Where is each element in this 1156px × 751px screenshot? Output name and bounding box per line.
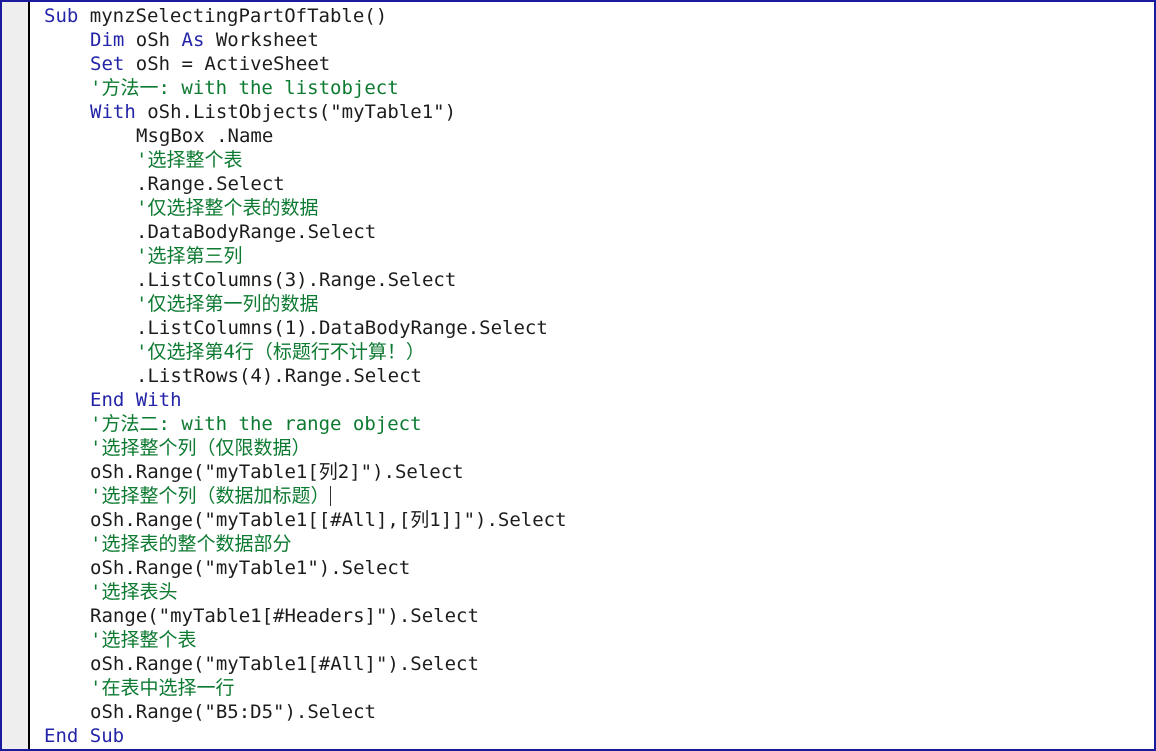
code-token-comment: '选择整个列（仅限数据）	[90, 437, 311, 459]
code-token-plain: oSh = ActiveSheet	[124, 53, 331, 75]
code-line[interactable]: '选择表的整个数据部分	[32, 532, 1154, 556]
code-token-keyword: As	[181, 29, 205, 51]
code-line[interactable]: oSh.Range("myTable1[[#All],[列1]]").Selec…	[32, 508, 1154, 532]
code-token-comment: '方法一: with the listobject	[90, 77, 399, 99]
text-cursor-caret	[330, 486, 332, 506]
code-line[interactable]: oSh.Range("myTable1[列2]").Select	[32, 460, 1154, 484]
code-line[interactable]: '方法一: with the listobject	[32, 76, 1154, 100]
code-line[interactable]: '选择整个列（数据加标题）	[32, 484, 1154, 508]
code-token-keyword: Set	[90, 53, 125, 75]
code-line[interactable]: '仅选择第一列的数据	[32, 292, 1154, 316]
code-line[interactable]: Dim oSh As Worksheet	[32, 28, 1154, 52]
code-token-plain: oSh	[124, 29, 182, 51]
code-token-plain: MsgBox .Name	[136, 125, 274, 147]
editor-margin-gutter[interactable]	[2, 2, 30, 749]
code-line[interactable]: oSh.Range("myTable1").Select	[32, 556, 1154, 580]
code-line[interactable]: Set oSh = ActiveSheet	[32, 52, 1154, 76]
code-token-keyword: With	[90, 101, 136, 123]
code-token-comment: '选择表头	[90, 581, 178, 603]
code-token-plain: .DataBodyRange.Select	[136, 221, 377, 243]
code-token-plain: oSh.Range("myTable1[#All]").Select	[90, 653, 479, 675]
code-line[interactable]: '方法二: with the range object	[32, 412, 1154, 436]
code-line[interactable]: '选择第三列	[32, 244, 1154, 268]
code-line[interactable]: Sub mynzSelectingPartOfTable()	[32, 4, 1154, 28]
code-token-plain: oSh.Range("myTable1").Select	[90, 557, 411, 579]
code-token-comment: '选择表的整个数据部分	[90, 533, 292, 555]
code-token-comment: '在表中选择一行	[90, 677, 235, 699]
code-token-comment: '仅选择整个表的数据	[136, 197, 319, 219]
code-token-comment: '方法二: with the range object	[90, 413, 422, 435]
code-line[interactable]: End Sub	[32, 724, 1154, 748]
code-token-plain: .Range.Select	[136, 173, 285, 195]
code-line[interactable]: '选择表头	[32, 580, 1154, 604]
code-token-comment: '仅选择第一列的数据	[136, 293, 319, 315]
code-line[interactable]: .ListColumns(1).DataBodyRange.Select	[32, 316, 1154, 340]
code-token-plain: Range("myTable1[#Headers]").Select	[90, 605, 479, 627]
code-token-plain: .ListColumns(1).DataBodyRange.Select	[136, 317, 548, 339]
code-line[interactable]: .Range.Select	[32, 172, 1154, 196]
code-line[interactable]: End With	[32, 388, 1154, 412]
code-token-plain: .ListColumns(3).Range.Select	[136, 269, 457, 291]
code-line[interactable]: With oSh.ListObjects("myTable1")	[32, 100, 1154, 124]
code-token-plain: .ListRows(4).Range.Select	[136, 365, 422, 387]
code-line[interactable]: .DataBodyRange.Select	[32, 220, 1154, 244]
code-line[interactable]: '选择整个列（仅限数据）	[32, 436, 1154, 460]
code-token-plain: mynzSelectingPartOfTable()	[78, 5, 388, 27]
code-line[interactable]: oSh.Range("B5:D5").Select	[32, 700, 1154, 724]
code-token-comment: '选择整个列（数据加标题）	[90, 485, 330, 507]
code-line[interactable]: '在表中选择一行	[32, 676, 1154, 700]
code-text-area[interactable]: Sub mynzSelectingPartOfTable() Dim oSh As…	[32, 2, 1154, 749]
code-editor-window: Sub mynzSelectingPartOfTable() Dim oSh As…	[0, 0, 1156, 751]
code-line[interactable]: '仅选择第4行（标题行不计算！）	[32, 340, 1154, 364]
code-token-plain: oSh.Range("myTable1[列2]").Select	[90, 461, 464, 483]
code-token-comment: '选择第三列	[136, 245, 243, 267]
code-line[interactable]: Range("myTable1[#Headers]").Select	[32, 604, 1154, 628]
code-line[interactable]: '选择整个表	[32, 148, 1154, 172]
code-token-keyword: Dim	[90, 29, 125, 51]
code-token-comment: '仅选择第4行（标题行不计算！）	[136, 341, 425, 363]
code-line[interactable]: '选择整个表	[32, 628, 1154, 652]
code-line[interactable]: '仅选择整个表的数据	[32, 196, 1154, 220]
code-line[interactable]: oSh.Range("myTable1[#All]").Select	[32, 652, 1154, 676]
code-token-comment: '选择整个表	[136, 149, 243, 171]
code-line[interactable]: .ListRows(4).Range.Select	[32, 364, 1154, 388]
code-token-keyword: End With	[90, 389, 182, 411]
code-token-plain: Worksheet	[204, 29, 319, 51]
code-token-keyword: Sub	[44, 5, 79, 27]
code-line[interactable]: .ListColumns(3).Range.Select	[32, 268, 1154, 292]
code-token-plain: oSh.Range("B5:D5").Select	[90, 701, 376, 723]
code-line[interactable]: MsgBox .Name	[32, 124, 1154, 148]
code-token-keyword: End Sub	[44, 725, 125, 747]
code-token-plain: oSh.ListObjects("myTable1")	[135, 101, 457, 123]
code-token-comment: '选择整个表	[90, 629, 197, 651]
code-token-plain: oSh.Range("myTable1[[#All],[列1]]").Selec…	[90, 509, 567, 531]
